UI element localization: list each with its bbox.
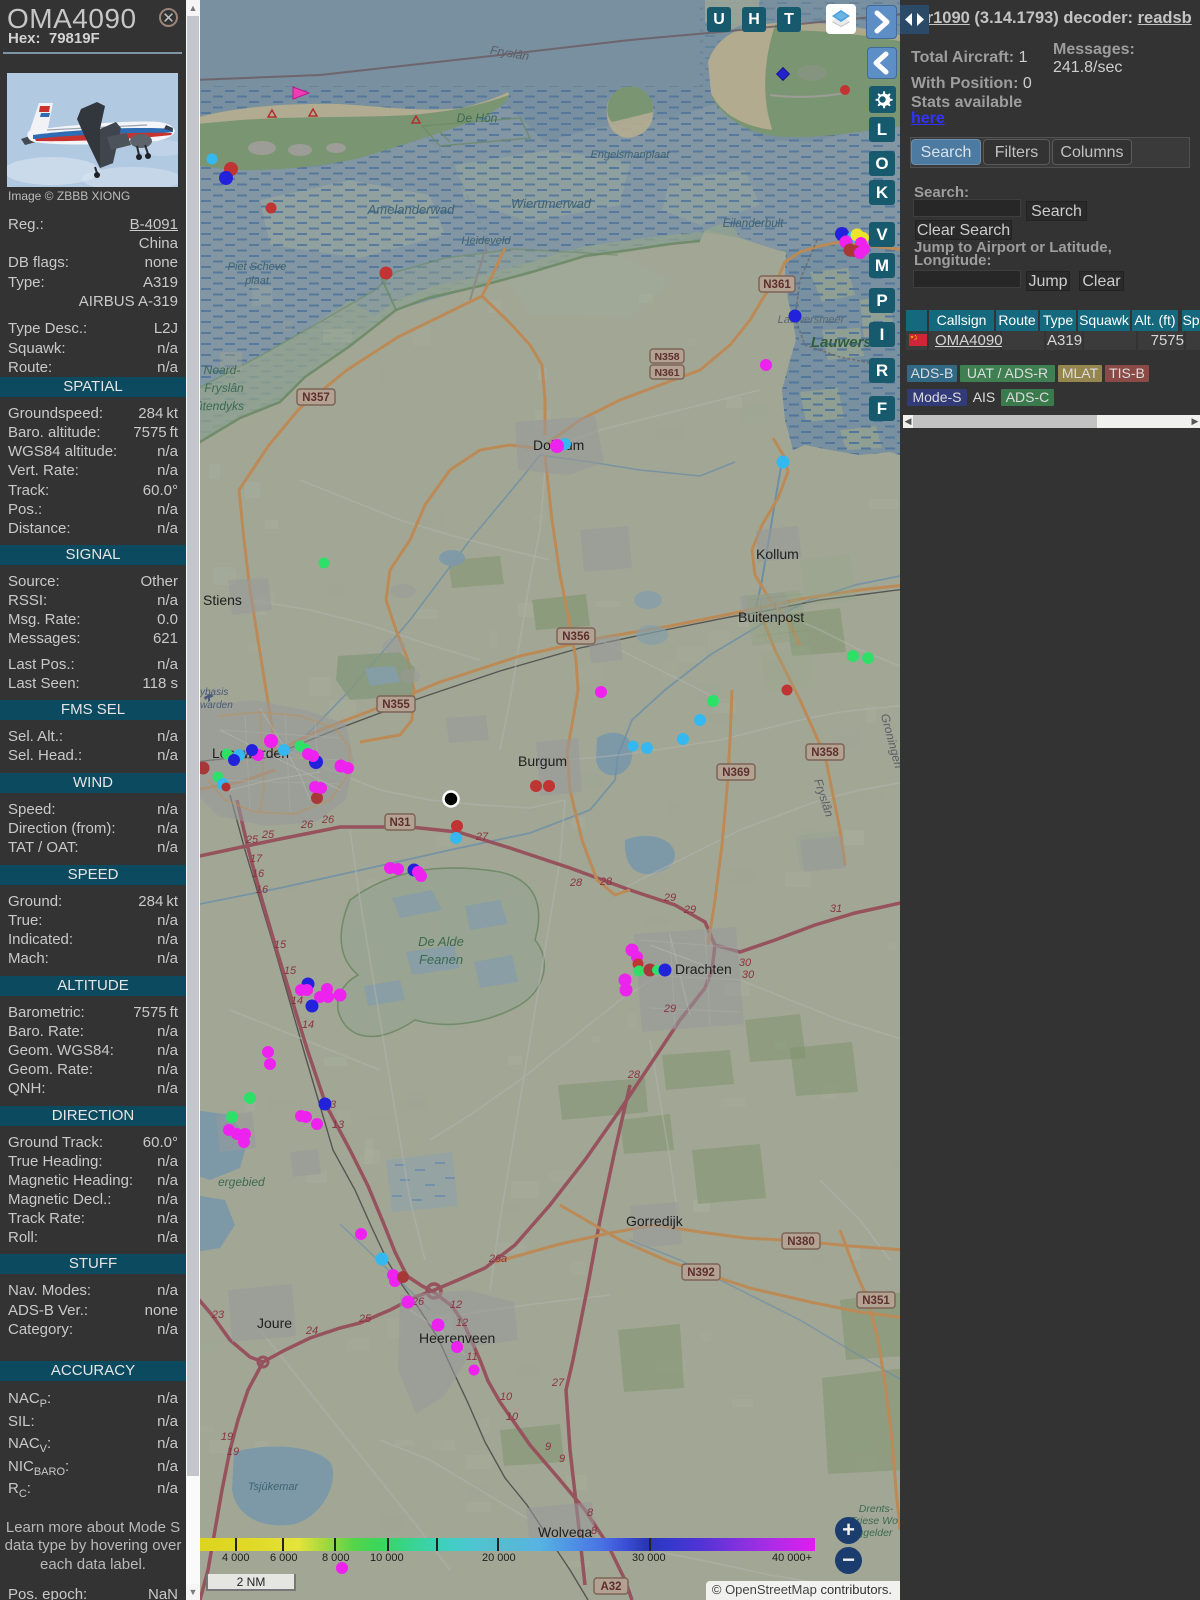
svg-text:28: 28 (627, 1069, 641, 1081)
svg-text:19: 19 (221, 1431, 233, 1443)
svg-text:warden: warden (200, 700, 233, 711)
svg-text:Buitenpost: Buitenpost (738, 609, 804, 625)
svg-text:De Hôn: De Hôn (457, 111, 498, 125)
svg-text:9: 9 (545, 1441, 551, 1453)
svg-text:N31: N31 (389, 817, 411, 829)
svg-text:25: 25 (261, 829, 275, 841)
svg-text:27: 27 (551, 1377, 565, 1389)
svg-text:Kollum: Kollum (756, 546, 799, 562)
svg-text:29: 29 (663, 1003, 676, 1015)
svg-text:N358: N358 (654, 351, 679, 363)
svg-text:10: 10 (500, 1391, 513, 1403)
svg-text:Joure: Joure (257, 1315, 292, 1331)
svg-text:9: 9 (559, 1453, 565, 1465)
svg-text:ûtendyks: ûtendyks (200, 399, 244, 413)
svg-text:N361: N361 (654, 367, 679, 379)
svg-text:11: 11 (466, 1351, 477, 1363)
svg-text:26a: 26a (488, 1253, 507, 1265)
svg-text:Gorredijk: Gorredijk (626, 1213, 684, 1229)
svg-text:28: 28 (599, 876, 613, 888)
svg-text:16: 16 (256, 884, 269, 896)
svg-text:N351: N351 (862, 1295, 890, 1307)
svg-text:N369: N369 (722, 767, 750, 779)
svg-text:Stiens: Stiens (203, 592, 242, 608)
svg-text:N358: N358 (811, 747, 839, 759)
svg-text:ergebied: ergebied (218, 1175, 265, 1189)
svg-text:A32: A32 (600, 1581, 621, 1593)
svg-text:Tsjûkemar: Tsjûkemar (248, 1481, 300, 1493)
svg-text:Heideveld: Heideveld (462, 235, 512, 247)
svg-text:29: 29 (683, 904, 696, 916)
svg-text:28: 28 (569, 877, 583, 889)
svg-text:Engelsmanplaat: Engelsmanplaat (591, 149, 671, 161)
svg-text:13: 13 (332, 1119, 345, 1131)
svg-text:14: 14 (302, 1019, 314, 1031)
svg-text:Fryslân: Fryslân (204, 381, 244, 395)
svg-text:30: 30 (742, 969, 755, 981)
svg-text:23: 23 (211, 1309, 225, 1321)
svg-text:26: 26 (300, 819, 314, 831)
svg-text:plaat: plaat (244, 275, 270, 287)
svg-text:Piet Scheve: Piet Scheve (228, 261, 287, 273)
svg-text:15: 15 (274, 939, 287, 951)
svg-text:19: 19 (227, 1446, 239, 1458)
svg-text:29: 29 (663, 892, 676, 904)
svg-text:N380: N380 (787, 1236, 815, 1248)
svg-text:31: 31 (830, 903, 842, 915)
svg-text:17: 17 (250, 853, 263, 865)
svg-text:27: 27 (475, 831, 489, 843)
svg-text:12: 12 (456, 1317, 468, 1329)
svg-text:N357: N357 (302, 392, 330, 404)
svg-text:Eilanderbult: Eilanderbult (723, 218, 785, 230)
svg-text:25: 25 (358, 1313, 372, 1325)
svg-text:15: 15 (284, 965, 297, 977)
svg-text:26: 26 (321, 814, 335, 826)
svg-text:Noard-: Noard- (204, 363, 241, 377)
svg-text:Drents-: Drents- (859, 1503, 894, 1515)
svg-text:N361: N361 (763, 279, 791, 291)
svg-text:N355: N355 (382, 699, 410, 711)
svg-text:Wierumerwad: Wierumerwad (511, 196, 592, 211)
svg-text:14: 14 (291, 995, 303, 1007)
svg-text:Lauwersmeer: Lauwersmeer (778, 314, 846, 326)
svg-text:Drachten: Drachten (675, 961, 732, 977)
svg-text:Feanen: Feanen (419, 952, 463, 967)
svg-text:ybasis: ybasis (200, 687, 228, 698)
svg-text:Burgum: Burgum (518, 753, 567, 769)
svg-text:16: 16 (252, 868, 265, 880)
svg-text:Amelanderwad: Amelanderwad (367, 202, 455, 217)
svg-text:12: 12 (450, 1299, 462, 1311)
svg-text:24: 24 (305, 1325, 318, 1337)
svg-text:N392: N392 (687, 1267, 715, 1279)
svg-text:10: 10 (506, 1411, 519, 1423)
svg-text:N356: N356 (562, 631, 590, 643)
svg-text:De Alde: De Alde (418, 934, 464, 949)
svg-text:30: 30 (739, 957, 752, 969)
svg-text:25: 25 (245, 834, 259, 846)
svg-text:8: 8 (587, 1507, 594, 1519)
